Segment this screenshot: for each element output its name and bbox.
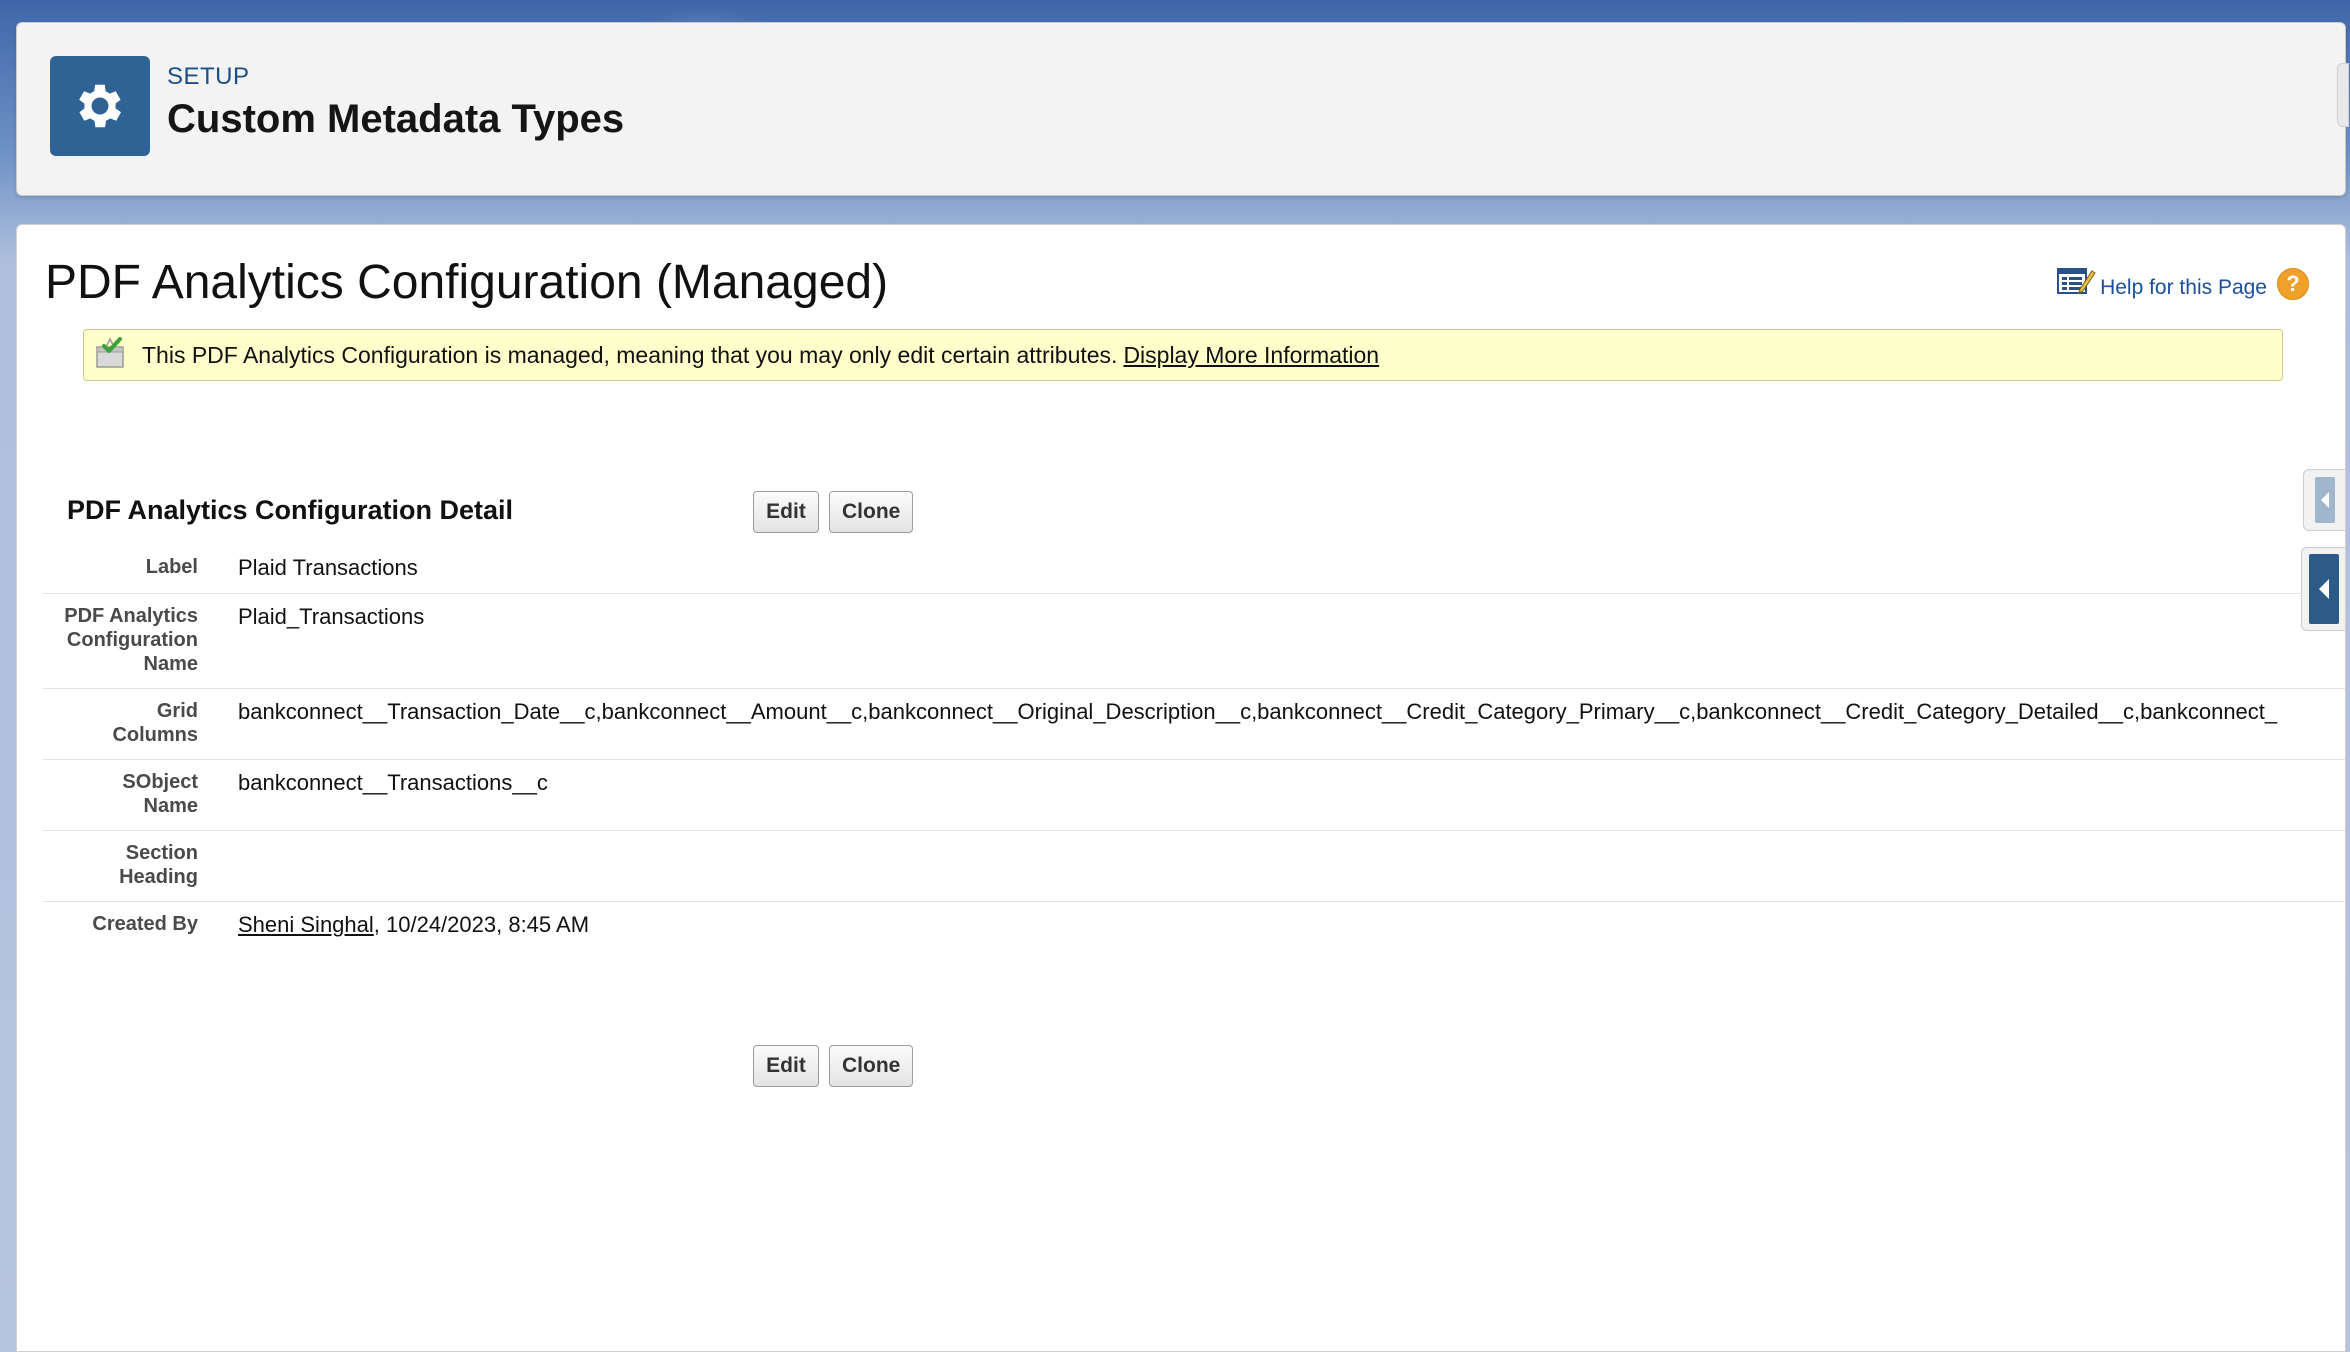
managed-info-message: This PDF Analytics Configuration is mana… [142, 341, 1118, 368]
help-for-this-page-link[interactable]: Help for this Page ? [2056, 265, 2309, 303]
field-label-text: PDF Analytics Configuration Name [64, 605, 198, 675]
detail-row-config-name: PDF Analytics Configuration Name Plaid_T… [43, 594, 2345, 689]
collapse-sidebar-tab[interactable] [2303, 469, 2345, 531]
detail-row-created-by: Created By Sheni Singhal, 10/24/2023, 8:… [43, 902, 2345, 951]
display-more-information-link[interactable]: Display More Information [1123, 342, 1379, 369]
clone-button-top[interactable]: Clone [829, 491, 913, 533]
created-by-date: , 10/24/2023, 8:45 AM [373, 912, 590, 937]
managed-info-bar: This PDF Analytics Configuration is mana… [83, 329, 2283, 381]
gear-icon [50, 56, 150, 156]
clone-button-bottom[interactable]: Clone [829, 1045, 913, 1087]
header-scroll-tab[interactable] [2337, 63, 2349, 127]
field-value: bankconnect__Transactions__c [238, 770, 548, 795]
field-value [198, 831, 2345, 902]
field-label: Section Heading [43, 831, 198, 902]
expand-panel-tab[interactable] [2301, 547, 2345, 631]
header-title: Custom Metadata Types [167, 97, 625, 141]
field-label: SObject Name [43, 760, 198, 831]
question-circle-icon[interactable]: ? [2277, 268, 2309, 300]
created-by-user-link[interactable]: Sheni Singhal [238, 912, 374, 937]
field-label-text: Section Heading [119, 842, 198, 888]
main-content: PDF Analytics Configuration (Managed) He… [16, 224, 2346, 1352]
chevron-left-icon [2314, 477, 2335, 523]
field-label-text: Grid Columns [112, 700, 198, 746]
detail-row-section-heading: Section Heading [43, 831, 2345, 902]
detail-row-sobject-name: SObject Name bankconnect__Transactions__… [43, 760, 2345, 831]
help-page-icon [2056, 265, 2096, 303]
field-label: PDF Analytics Configuration Name [43, 594, 198, 689]
detail-row-grid-columns: Grid Columns bankconnect__Transaction_Da… [43, 689, 2345, 760]
field-label: Created By [92, 913, 198, 935]
chevron-left-icon [2308, 554, 2339, 624]
field-value: Sheni Singhal, 10/24/2023, 8:45 AM [198, 902, 2345, 951]
setup-header: SETUP Custom Metadata Types [16, 22, 2349, 196]
page-title: PDF Analytics Configuration (Managed) [45, 256, 889, 309]
detail-table: Label Plaid Transactions PDF Analytics C… [43, 545, 2345, 951]
edit-button-bottom[interactable]: Edit [753, 1045, 819, 1087]
edit-button-top[interactable]: Edit [753, 491, 819, 533]
detail-section-title: PDF Analytics Configuration Detail [67, 495, 514, 525]
field-label: Grid Columns [43, 689, 198, 760]
help-link-label: Help for this Page [2100, 276, 2267, 299]
field-value: Plaid_Transactions [238, 604, 425, 629]
field-label: Label [145, 556, 198, 578]
managed-package-icon [94, 336, 126, 374]
detail-row-label: Label Plaid Transactions [43, 545, 2345, 594]
field-value: bankconnect__Transaction_Date__c,bankcon… [238, 699, 2278, 724]
field-label-text: SObject Name [122, 771, 198, 817]
setup-breadcrumb[interactable]: SETUP [167, 63, 250, 91]
field-value: Plaid Transactions [238, 555, 418, 580]
